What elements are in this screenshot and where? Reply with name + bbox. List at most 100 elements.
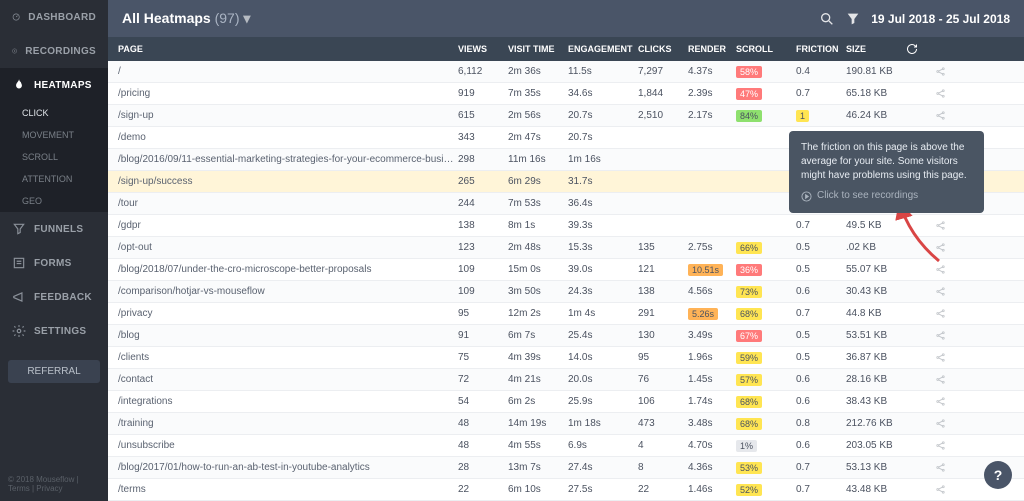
cell-scroll: 53% [736, 462, 796, 474]
cell-eng: 24.3s [568, 286, 638, 297]
col-page[interactable]: PAGE [118, 44, 458, 54]
referral-button[interactable]: REFERRAL [8, 360, 100, 383]
table-row[interactable]: /blog 91 6m 7s 25.4s 130 3.49s 67% 0.5 5… [108, 325, 1024, 347]
cell-friction: 1 [796, 110, 846, 122]
cell-size: 53.13 KB [846, 462, 906, 473]
cell-clicks: 7,297 [638, 66, 688, 77]
cell-size: 55.07 KB [846, 264, 906, 275]
col-engagement[interactable]: ENGAGEMENT [568, 44, 638, 54]
col-scroll[interactable]: SCROLL [736, 44, 796, 54]
cell-actions[interactable] [906, 110, 946, 121]
table-row[interactable]: /contact 72 4m 21s 20.0s 76 1.45s 57% 0.… [108, 369, 1024, 391]
cell-size: 65.18 KB [846, 88, 906, 99]
table-row[interactable]: /pricing 919 7m 35s 34.6s 1,844 2.39s 47… [108, 83, 1024, 105]
sub-geo[interactable]: GEO [0, 190, 108, 212]
cell-render: 10.51s [688, 264, 736, 276]
cell-page: /pricing [118, 88, 458, 99]
nav-funnels[interactable]: FUNNELS [0, 212, 108, 246]
table-row[interactable]: /comparison/hotjar-vs-mouseflow 109 3m 5… [108, 281, 1024, 303]
refresh-icon[interactable] [906, 43, 918, 55]
cell-page: /unsubscribe [118, 440, 458, 451]
cell-actions[interactable] [906, 352, 946, 363]
cell-actions[interactable] [906, 440, 946, 451]
cell-page: /opt-out [118, 242, 458, 253]
table-row[interactable]: /sign-up 615 2m 56s 20.7s 2,510 2.17s 84… [108, 105, 1024, 127]
filter-icon[interactable] [845, 11, 861, 27]
search-icon[interactable] [819, 11, 835, 27]
table-row[interactable]: /gdpr 138 8m 1s 39.3s 0.7 49.5 KB [108, 215, 1024, 237]
col-clicks[interactable]: CLICKS [638, 44, 688, 54]
cell-actions[interactable] [906, 88, 946, 99]
cell-page: /sign-up/success [118, 176, 458, 187]
tooltip-link[interactable]: Click to see recordings [801, 189, 972, 203]
cell-page: /contact [118, 374, 458, 385]
table-row[interactable]: /integrations 54 6m 2s 25.9s 106 1.74s 6… [108, 391, 1024, 413]
help-button[interactable]: ? [984, 461, 1012, 489]
cell-eng: 36.4s [568, 198, 638, 209]
table-row[interactable]: /privacy 95 12m 2s 1m 4s 291 5.26s 68% 0… [108, 303, 1024, 325]
table-row[interactable]: / 6,112 2m 36s 11.5s 7,297 4.37s 58% 0.4… [108, 61, 1024, 83]
cell-eng: 1m 18s [568, 418, 638, 429]
col-render[interactable]: RENDER [688, 44, 736, 54]
cell-scroll: 66% [736, 242, 796, 254]
cell-actions[interactable] [906, 418, 946, 429]
cell-actions[interactable] [906, 286, 946, 297]
cell-views: 123 [458, 242, 508, 253]
table-row[interactable]: /terms 22 6m 10s 27.5s 22 1.46s 52% 0.7 … [108, 479, 1024, 501]
cell-actions[interactable] [906, 374, 946, 385]
cell-visit: 4m 39s [508, 352, 568, 363]
sub-attention[interactable]: ATTENTION [0, 168, 108, 190]
cell-page: / [118, 66, 458, 77]
cell-views: 28 [458, 462, 508, 473]
cell-actions[interactable] [906, 462, 946, 473]
cell-page: /tour [118, 198, 458, 209]
cell-size: 43.48 KB [846, 484, 906, 495]
cell-views: 244 [458, 198, 508, 209]
cell-actions[interactable] [906, 264, 946, 275]
nav-feedback[interactable]: FEEDBACK [0, 280, 108, 314]
cell-views: 95 [458, 308, 508, 319]
table-row[interactable]: /blog/2018/07/under-the-cro-microscope-b… [108, 259, 1024, 281]
cell-actions[interactable] [906, 484, 946, 495]
col-views[interactable]: VIEWS [458, 44, 508, 54]
nav-recordings[interactable]: RECORDINGS [0, 34, 108, 68]
nav-forms[interactable]: FORMS [0, 246, 108, 280]
cell-actions[interactable] [906, 308, 946, 319]
nav-settings[interactable]: SETTINGS [0, 314, 108, 348]
col-visit-time[interactable]: VISIT TIME [508, 44, 568, 54]
flame-icon [12, 78, 26, 92]
cell-actions[interactable] [906, 66, 946, 77]
cell-views: 48 [458, 418, 508, 429]
cell-visit: 6m 10s [508, 484, 568, 495]
cell-actions[interactable] [906, 396, 946, 407]
table-row[interactable]: /opt-out 123 2m 48s 15.3s 135 2.75s 66% … [108, 237, 1024, 259]
col-size[interactable]: SIZE [846, 44, 906, 54]
table-row[interactable]: /clients 75 4m 39s 14.0s 95 1.96s 59% 0.… [108, 347, 1024, 369]
sidebar: DASHBOARD RECORDINGS HEATMAPS CLICK MOVE… [0, 0, 108, 501]
cell-eng: 20.0s [568, 374, 638, 385]
cell-actions[interactable] [906, 220, 946, 231]
cell-page: /gdpr [118, 220, 458, 231]
date-range[interactable]: 19 Jul 2018 - 25 Jul 2018 [871, 12, 1010, 26]
nav-heatmaps[interactable]: HEATMAPS [0, 68, 108, 102]
sub-scroll[interactable]: SCROLL [0, 146, 108, 168]
cell-views: 109 [458, 286, 508, 297]
nav-dashboard[interactable]: DASHBOARD [0, 0, 108, 34]
cell-views: 343 [458, 132, 508, 143]
cell-views: 6,112 [458, 66, 508, 77]
cell-scroll: 58% [736, 66, 796, 78]
megaphone-icon [12, 290, 26, 304]
col-friction[interactable]: FRICTION [796, 44, 846, 54]
sub-click[interactable]: CLICK [0, 102, 108, 124]
cell-eng: 1m 4s [568, 308, 638, 319]
cell-render: 4.70s [688, 440, 736, 451]
cell-actions[interactable] [906, 330, 946, 341]
table-row[interactable]: /blog/2017/01/how-to-run-an-ab-test-in-y… [108, 457, 1024, 479]
cell-visit: 12m 2s [508, 308, 568, 319]
cell-size: 49.5 KB [846, 220, 906, 231]
table-row[interactable]: /unsubscribe 48 4m 55s 6.9s 4 4.70s 1% 0… [108, 435, 1024, 457]
cell-actions[interactable] [906, 242, 946, 253]
sub-movement[interactable]: MOVEMENT [0, 124, 108, 146]
table-row[interactable]: /training 48 14m 19s 1m 18s 473 3.48s 68… [108, 413, 1024, 435]
cell-clicks: 135 [638, 242, 688, 253]
